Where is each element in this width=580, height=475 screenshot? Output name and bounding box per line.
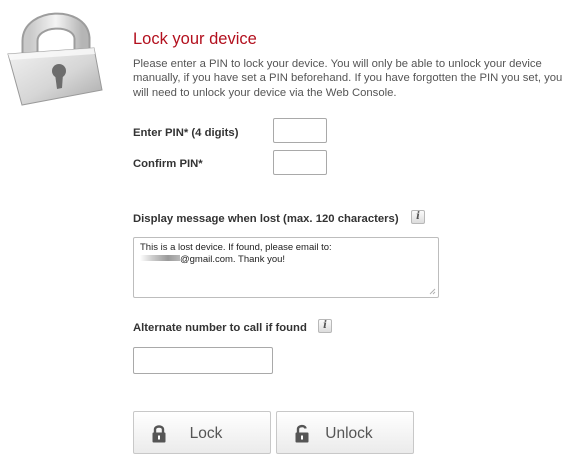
intro-text: Please enter a PIN to lock your device. … (133, 58, 563, 99)
enter-pin-label: Enter PIN* (4 digits) (133, 127, 239, 139)
lost-message-email-suffix: @gmail.com. Thank you! (180, 254, 286, 265)
confirm-pin-label: Confirm PIN* (133, 158, 203, 170)
lost-message-line-2: @gmail.com. Thank you! (140, 254, 432, 266)
lock-button[interactable]: Lock (133, 411, 271, 454)
alternate-number-label: Alternate number to call if found (133, 322, 307, 334)
confirm-pin-field[interactable] (273, 150, 327, 175)
lost-message-textarea[interactable]: This is a lost device. If found, please … (133, 237, 439, 298)
unlock-button-label: Unlock (325, 425, 373, 442)
alternate-number-field[interactable] (133, 347, 273, 374)
lost-message-label: Display message when lost (max. 120 char… (133, 213, 399, 225)
enter-pin-field[interactable] (273, 118, 327, 143)
unlock-button[interactable]: Unlock (276, 411, 414, 454)
info-icon[interactable]: i (318, 319, 332, 333)
info-icon[interactable]: i (411, 210, 425, 224)
resize-grip-icon[interactable] (429, 288, 436, 295)
lock-button-label: Lock (189, 425, 223, 442)
page-title: Lock your device (133, 30, 257, 48)
redacted-email (140, 255, 180, 261)
lost-message-line-1: This is a lost device. If found, please … (140, 242, 332, 253)
padlock-icon (7, 12, 103, 106)
